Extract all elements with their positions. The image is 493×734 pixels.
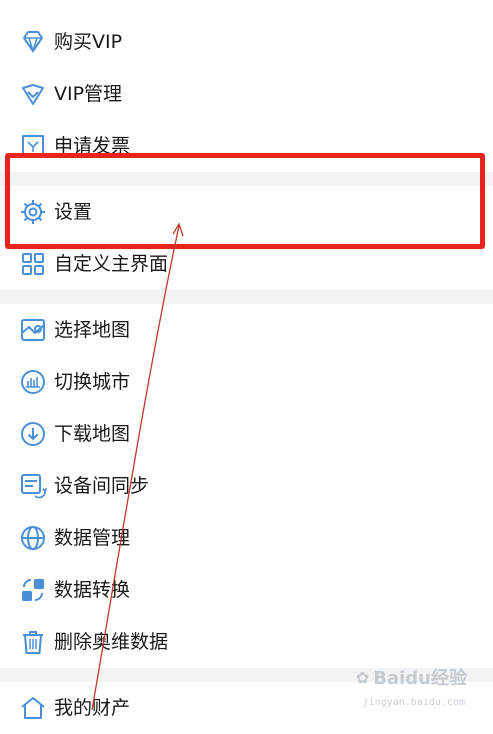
watermark-text: Baidu经验	[373, 668, 467, 689]
menu-item-label: VIP管理	[54, 83, 123, 105]
sync-icon	[19, 472, 47, 500]
menu-item-label: 设备间同步	[54, 475, 150, 497]
map-icon	[19, 316, 47, 344]
menu-item-label: 申请发票	[54, 135, 131, 157]
paw-icon: ✿	[355, 667, 370, 687]
menu-item-device-sync[interactable]: 设备间同步	[0, 460, 493, 512]
download-icon	[19, 420, 47, 448]
menu-item-download-map[interactable]: 下载地图	[0, 408, 493, 460]
convert-icon	[19, 576, 47, 604]
menu-item-label: 购买VIP	[54, 31, 123, 53]
grid-icon	[19, 250, 47, 278]
menu-item-switch-city[interactable]: 切换城市	[0, 356, 493, 408]
globe-icon	[19, 524, 47, 552]
menu-item-label: 下载地图	[54, 423, 131, 445]
menu-item-invoice[interactable]: 申请发票	[0, 120, 493, 172]
watermark-url: jingyan.baidu.com	[362, 697, 465, 708]
menu-item-label: 自定义主界面	[54, 253, 169, 275]
menu-item-buy-vip[interactable]: 购买VIP	[0, 16, 493, 68]
section-separator	[0, 172, 493, 186]
menu-item-label: 我的财产	[54, 697, 131, 719]
invoice-icon	[19, 132, 47, 160]
vip-badge-icon	[19, 80, 47, 108]
menu-item-data-manage[interactable]: 数据管理	[0, 512, 493, 564]
menu-item-data-convert[interactable]: 数据转换	[0, 564, 493, 616]
menu-item-label: 切换城市	[54, 371, 131, 393]
menu-item-custom-home[interactable]: 自定义主界面	[0, 238, 493, 290]
menu-item-vip-manage[interactable]: VIP管理	[0, 68, 493, 120]
menu-item-label: 数据转换	[54, 579, 131, 601]
menu-item-select-map[interactable]: 选择地图	[0, 304, 493, 356]
menu-item-delete-data[interactable]: 删除奥维数据	[0, 616, 493, 668]
menu-item-label: 选择地图	[54, 319, 131, 341]
city-icon	[19, 368, 47, 396]
menu-item-label: 数据管理	[54, 527, 131, 549]
menu-item-label: 设置	[54, 201, 93, 223]
gear-icon	[19, 198, 47, 226]
section-separator	[0, 290, 493, 304]
trash-icon	[19, 628, 47, 656]
property-icon	[19, 694, 47, 722]
menu-item-label: 删除奥维数据	[54, 631, 169, 653]
menu-item-settings[interactable]: 设置	[0, 186, 493, 238]
watermark: ✿ Baidu经验	[356, 664, 467, 690]
diamond-icon	[19, 28, 47, 56]
